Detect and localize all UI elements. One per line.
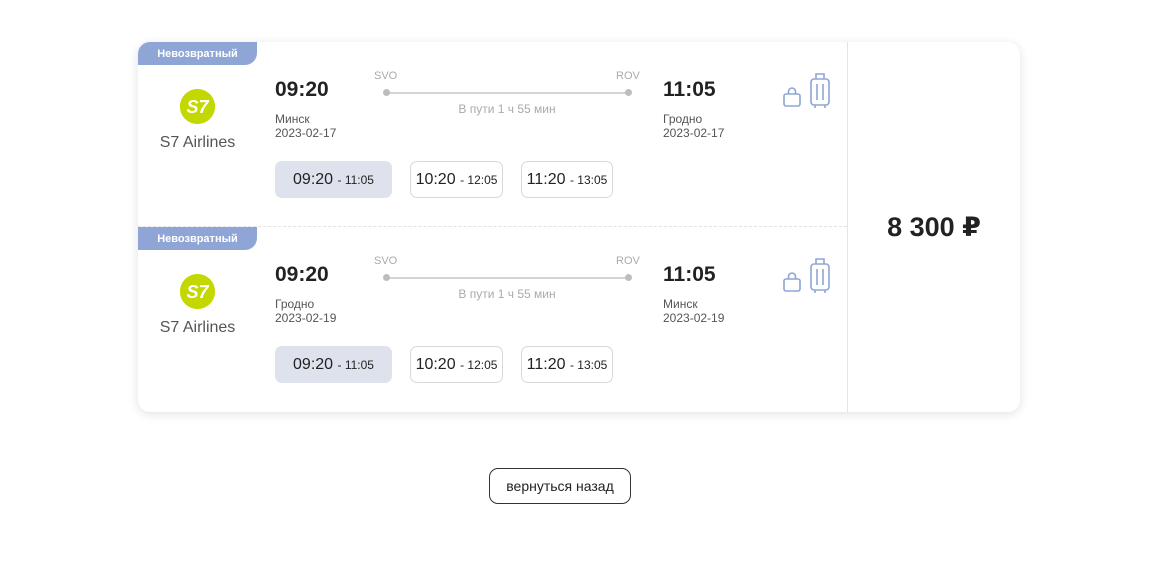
- airline-logo-text: S7: [186, 97, 209, 117]
- departure-time: 09:20: [275, 78, 329, 101]
- option-arrival-time: - 11:05: [337, 357, 374, 372]
- flight-segment-outbound: Невозвратный S7 S7 Airlines 09:20 Минск …: [138, 42, 847, 227]
- option-arrival-time: - 12:05: [460, 357, 498, 372]
- flight-duration: В пути 1 ч 55 мин: [458, 102, 556, 116]
- option-departure-time: 10:20: [415, 355, 456, 373]
- time-option[interactable]: 11:20 - 13:05: [521, 346, 613, 383]
- ticket-card: Невозвратный S7 S7 Airlines 09:20 Минск …: [138, 42, 1020, 412]
- airline-logo: S7: [180, 274, 215, 309]
- arrival-city: Гродно: [663, 112, 703, 126]
- departure-city: Минск: [275, 112, 310, 126]
- departure-airport-code: SVO: [374, 70, 398, 82]
- route-line: [386, 277, 628, 279]
- route-line: [386, 92, 628, 94]
- arrival-time: 11:05: [663, 263, 716, 286]
- route-end-dot: [625, 89, 632, 96]
- route-start-dot: [383, 89, 390, 96]
- arrival-city: Минск: [663, 297, 698, 311]
- departure-city: Гродно: [275, 297, 315, 311]
- route-end-dot: [625, 274, 632, 281]
- option-departure-time: 10:20: [415, 170, 456, 188]
- time-option[interactable]: 11:20 - 13:05: [521, 161, 613, 198]
- time-option-selected[interactable]: 09:20 - 11:05: [275, 161, 392, 198]
- departure-date: 2023-02-19: [275, 311, 337, 325]
- arrival-airport-code: ROV: [616, 70, 640, 82]
- airline-name: S7 Airlines: [159, 319, 236, 336]
- fare-badge: Невозвратный: [138, 227, 257, 250]
- time-option[interactable]: 10:20 - 12:05: [410, 346, 503, 383]
- flight-segment-return: Невозвратный S7 S7 Airlines 09:20 Гродно…: [138, 227, 847, 412]
- route-start-dot: [383, 274, 390, 281]
- back-button[interactable]: вернуться назад: [489, 468, 631, 504]
- airline-logo: S7: [180, 89, 215, 124]
- option-departure-time: 09:20: [293, 355, 334, 373]
- departure-time: 09:20: [275, 263, 329, 286]
- hand-bag-icon: [782, 271, 802, 298]
- option-departure-time: 11:20: [526, 355, 566, 373]
- arrival-airport-code: ROV: [616, 255, 640, 267]
- time-option[interactable]: 10:20 - 12:05: [410, 161, 503, 198]
- departure-date: 2023-02-17: [275, 126, 337, 140]
- airline-name: S7 Airlines: [159, 134, 236, 151]
- time-option-selected[interactable]: 09:20 - 11:05: [275, 346, 392, 383]
- airline-logo-text: S7: [186, 282, 209, 302]
- option-arrival-time: - 11:05: [337, 172, 374, 187]
- option-arrival-time: - 13:05: [569, 357, 608, 372]
- departure-airport-code: SVO: [374, 255, 398, 267]
- suitcase-icon: [809, 257, 831, 300]
- option-departure-time: 11:20: [526, 170, 566, 188]
- fare-badge: Невозвратный: [138, 42, 257, 65]
- hand-bag-icon: [782, 86, 802, 113]
- ticket-price: 8 300 ₽: [887, 211, 981, 242]
- option-arrival-time: - 12:05: [460, 172, 498, 187]
- option-arrival-time: - 13:05: [569, 172, 608, 187]
- option-departure-time: 09:20: [293, 170, 334, 188]
- arrival-date: 2023-02-17: [663, 126, 725, 140]
- arrival-time: 11:05: [663, 78, 716, 101]
- flight-duration: В пути 1 ч 55 мин: [458, 287, 556, 301]
- suitcase-icon: [809, 72, 831, 115]
- arrival-date: 2023-02-19: [663, 311, 725, 325]
